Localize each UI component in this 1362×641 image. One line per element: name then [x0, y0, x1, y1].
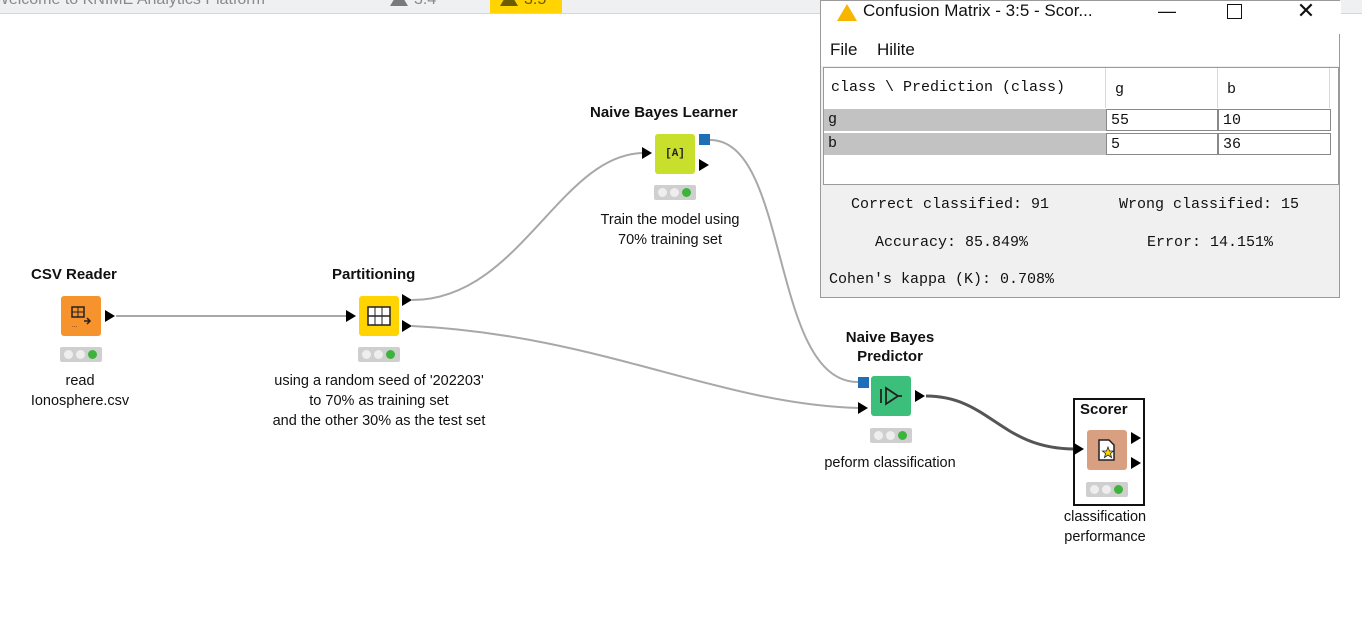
learner-icon: [A]	[665, 148, 685, 160]
scorer-title: Scorer	[1080, 401, 1128, 418]
scorer-status	[1086, 482, 1128, 497]
csv-reader-desc: read Ionosphere.csv	[20, 371, 140, 411]
confusion-matrix-table: class \ Prediction (class) g b g 55 10 b…	[823, 67, 1339, 185]
scorer-icon	[1087, 430, 1127, 470]
learner-node[interactable]: [A]	[655, 134, 695, 174]
csv-reader-status	[60, 347, 102, 362]
learner-title: Naive Bayes Learner	[590, 104, 738, 121]
close-icon[interactable]: ✕	[1283, 0, 1329, 23]
csv-reader-title: CSV Reader	[31, 266, 117, 283]
partitioning-desc-line2: to 70% as training set	[309, 393, 449, 409]
menu-hilite[interactable]: Hilite	[877, 40, 915, 60]
learner-desc: Train the model using 70% training set	[585, 210, 755, 250]
cell-b-b[interactable]: 36	[1218, 133, 1331, 155]
csv-reader-desc-line2: Ionosphere.csv	[30, 393, 130, 409]
partitioning-out-port-1[interactable]	[402, 294, 412, 306]
predictor-node[interactable]	[871, 376, 911, 416]
row-header-g[interactable]: g	[824, 109, 1106, 131]
svg-text:...: ...	[72, 323, 77, 329]
predictor-out-port[interactable]	[915, 390, 925, 402]
scorer-desc-line1: classification	[1063, 509, 1147, 525]
csv-reader-desc-line1: read	[65, 373, 95, 389]
csv-reader-out-port[interactable]	[105, 310, 115, 322]
predictor-title-line1: Naive Bayes	[845, 329, 935, 346]
partitioning-in-port[interactable]	[346, 310, 356, 322]
learner-status	[654, 185, 696, 200]
predictor-model-port[interactable]	[858, 377, 869, 388]
row-header-b[interactable]: b	[824, 133, 1106, 155]
knime-warning-icon	[837, 4, 857, 21]
minimize-icon[interactable]: —	[1144, 1, 1190, 23]
predictor-title: Naive Bayes Predictor	[835, 328, 945, 366]
window-title-bar[interactable]: Confusion Matrix - 3:5 - Scor... — ✕	[821, 0, 1341, 34]
predictor-icon	[871, 376, 911, 416]
correct-classified: Correct classified: 91	[851, 196, 1050, 213]
table-arrow-icon: ...	[61, 296, 101, 336]
cell-g-b[interactable]: 10	[1218, 109, 1331, 131]
error-rate: Error: 14.151%	[1147, 234, 1274, 251]
column-header-b[interactable]: b	[1218, 68, 1330, 108]
partition-grid-icon	[359, 296, 399, 336]
corner-header: class \ Prediction (class)	[824, 68, 1106, 108]
partitioning-desc-line3: and the other 30% as the test set	[272, 413, 486, 429]
scorer-node[interactable]	[1087, 430, 1127, 470]
learner-in-port[interactable]	[642, 147, 652, 159]
cell-g-g[interactable]: 55	[1106, 109, 1218, 131]
partitioning-title: Partitioning	[332, 266, 416, 283]
predictor-in-port[interactable]	[858, 402, 868, 414]
menu-file[interactable]: File	[830, 40, 857, 60]
learner-out-port[interactable]	[699, 159, 709, 171]
partitioning-desc: using a random seed of '202203' to 70% a…	[240, 371, 518, 431]
scorer-out-port-2[interactable]	[1131, 457, 1141, 469]
column-header-g[interactable]: g	[1106, 68, 1218, 108]
scorer-desc-line2: performance	[1064, 529, 1146, 545]
scorer-desc: classification performance	[1045, 507, 1165, 547]
confusion-matrix-window: Confusion Matrix - 3:5 - Scor... — ✕ Fil…	[820, 0, 1341, 298]
partitioning-out-port-2[interactable]	[402, 320, 412, 332]
wrong-classified: Wrong classified: 15	[1119, 196, 1300, 213]
partitioning-desc-line1: using a random seed of '202203'	[274, 373, 484, 389]
cell-b-g[interactable]: 5	[1106, 133, 1218, 155]
predictor-title-line2: Predictor	[857, 348, 923, 365]
maximize-icon[interactable]	[1211, 1, 1257, 23]
predictor-desc: peform classification	[824, 455, 956, 471]
learner-desc-line2: 70% training set	[618, 232, 722, 248]
learner-desc-line1: Train the model using	[600, 212, 740, 228]
cohens-kappa: Cohen's kappa (K): 0.708%	[829, 271, 1055, 288]
menu-bar: File Hilite	[821, 34, 1339, 66]
partitioning-status	[358, 347, 400, 362]
accuracy: Accuracy: 85.849%	[875, 234, 1029, 251]
scorer-in-port[interactable]	[1074, 443, 1084, 455]
scorer-out-port-1[interactable]	[1131, 432, 1141, 444]
predictor-status	[870, 428, 912, 443]
partitioning-node[interactable]	[359, 296, 399, 336]
csv-reader-node[interactable]: ...	[61, 296, 101, 336]
window-title: Confusion Matrix - 3:5 - Scor...	[863, 1, 1093, 20]
learner-model-port[interactable]	[699, 134, 710, 145]
connection-predictor-scorer[interactable]	[925, 394, 1076, 451]
